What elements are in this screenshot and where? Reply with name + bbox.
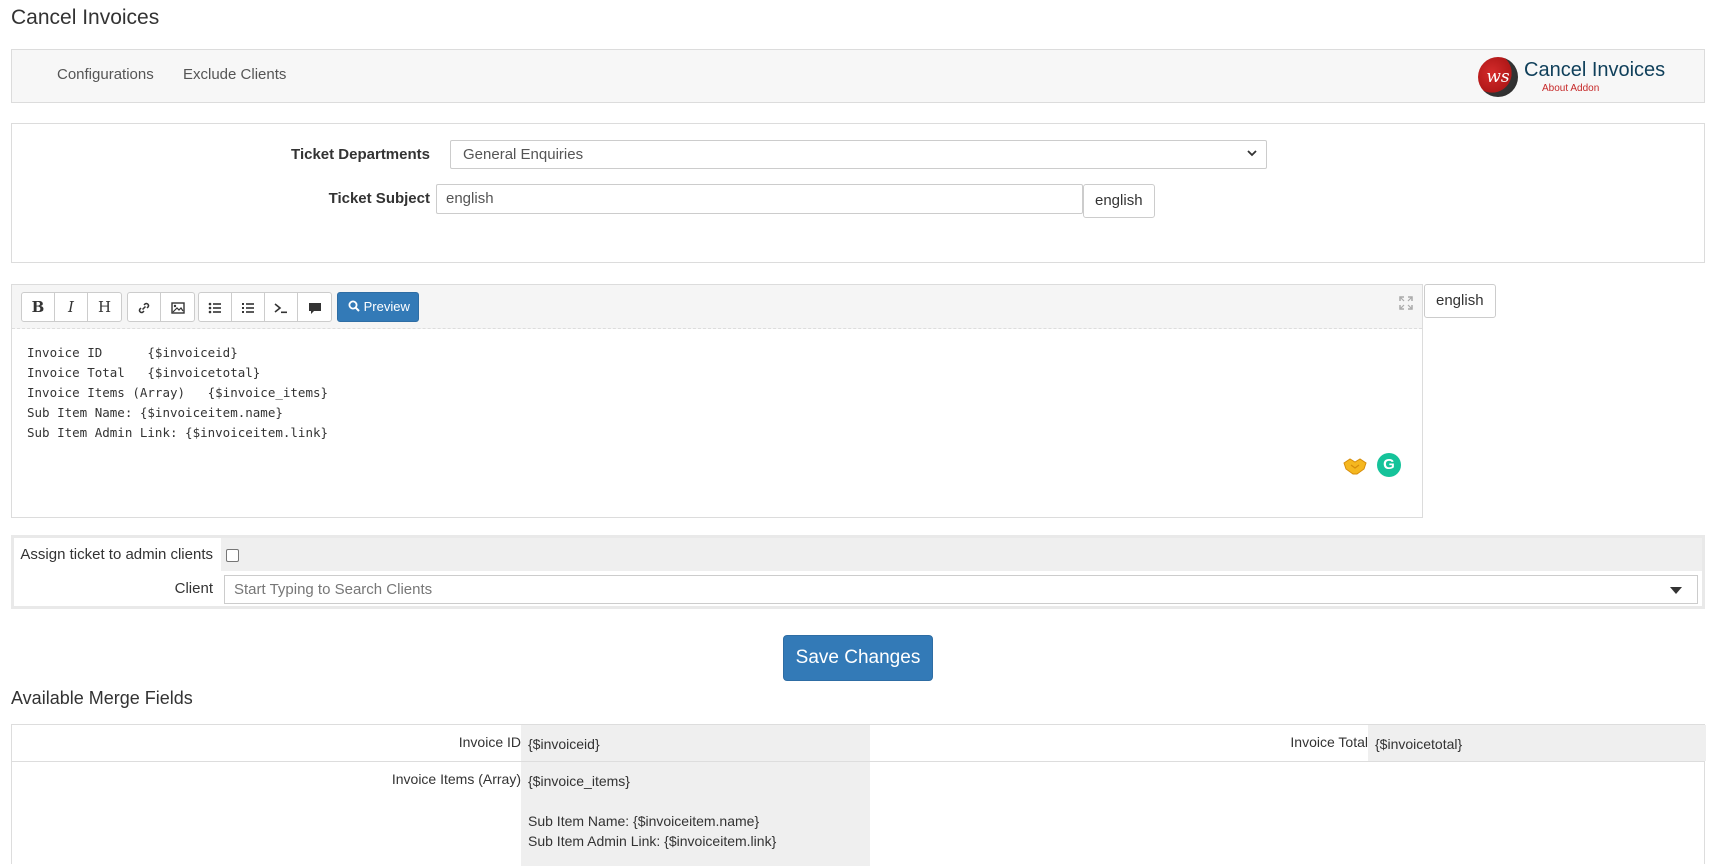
link-button[interactable] [128, 293, 161, 321]
brand-title: Cancel Invoices [1524, 59, 1666, 81]
bold-button[interactable]: B [22, 293, 55, 321]
fullscreen-icon[interactable] [1398, 295, 1414, 311]
merge-field-value: {$invoiceid} [521, 725, 870, 761]
merge-field-label: Invoice Items (Array) [391, 771, 521, 787]
link-icon [138, 302, 150, 314]
preview-button[interactable]: Preview [337, 292, 419, 322]
caret-down-icon [1670, 587, 1682, 594]
merge-sub-item: Sub Item Admin Link: {$invoiceitem.link} [528, 833, 777, 849]
merge-fields-title: Available Merge Fields [11, 688, 193, 708]
comment-icon [308, 302, 321, 314]
merge-fields-table: Invoice ID {$invoiceid} Invoice Total {$… [11, 724, 1706, 866]
bullet-list-icon [208, 302, 221, 314]
merge-field-value: {$invoicetotal} [1368, 725, 1706, 761]
save-changes-button[interactable]: Save Changes [783, 635, 933, 681]
merge-field-value-group: {$invoice_items} Sub Item Name: {$invoic… [521, 762, 870, 866]
italic-button[interactable]: I [55, 293, 88, 321]
body-language-button[interactable]: english [1424, 284, 1496, 318]
config-panel: Ticket Departments General Enquiries Tic… [11, 123, 1705, 263]
merge-field-label: Invoice ID [458, 734, 521, 750]
merge-field-value: {$invoice_items} [528, 773, 630, 789]
list-group [198, 292, 332, 322]
page-title: Cancel Invoices [11, 6, 160, 29]
code-button[interactable] [265, 293, 298, 321]
heading-button[interactable]: H [88, 293, 121, 321]
assign-admin-row: Assign ticket to admin clients [14, 538, 1702, 571]
client-search-placeholder: Start Typing to Search Clients [234, 581, 433, 598]
client-search-select[interactable]: Start Typing to Search Clients [224, 575, 1698, 604]
addon-navbar: Configurations Exclude Clients ws Cancel… [11, 49, 1705, 103]
ticket-departments-select[interactable]: General Enquiries [450, 140, 1267, 169]
ordered-list-button[interactable] [232, 293, 265, 321]
unordered-list-button[interactable] [199, 293, 232, 321]
nav-exclude-clients-link[interactable]: Exclude Clients [183, 66, 286, 83]
assign-admin-clients-checkbox[interactable] [226, 549, 239, 562]
ticket-subject-input[interactable]: english [436, 184, 1083, 214]
ticket-departments-value: General Enquiries [463, 146, 584, 163]
brand-logo: ws [1478, 57, 1518, 97]
ticket-subject-label: Ticket Subject [328, 190, 430, 207]
image-button[interactable] [161, 293, 194, 321]
message-editor: B I H Preview Invoice ID {$invoiceid} In… [11, 284, 1423, 518]
quote-button[interactable] [298, 293, 331, 321]
insert-group [127, 292, 195, 322]
nav-configurations-link[interactable]: Configurations [57, 66, 154, 83]
grammarly-icon[interactable]: G [1377, 453, 1401, 477]
merge-sub-item: Sub Item Name: {$invoiceitem.name} [528, 813, 760, 829]
terminal-icon [274, 303, 287, 314]
brand[interactable]: ws Cancel Invoices About Addon [1478, 56, 1678, 97]
assign-panel: Assign ticket to admin clients Client St… [11, 535, 1705, 609]
editor-toolbar: B I H Preview [12, 285, 1422, 329]
image-icon [170, 302, 185, 314]
about-addon-link[interactable]: About Addon [1542, 83, 1599, 94]
merge-field-label: Invoice Total [1290, 734, 1368, 750]
client-label: Client [174, 580, 213, 597]
subject-language-button[interactable]: english [1083, 184, 1155, 218]
preview-label: Preview [363, 299, 410, 314]
format-group: B I H [21, 292, 122, 322]
assign-admin-clients-label: Assign ticket to admin clients [20, 546, 213, 563]
chevron-down-icon [1246, 147, 1258, 162]
ticket-departments-label: Ticket Departments [291, 146, 430, 163]
editor-content[interactable]: Invoice ID {$invoiceid} Invoice Total {$… [27, 343, 328, 443]
numbered-list-icon [242, 303, 254, 313]
search-icon [348, 300, 360, 312]
handshake-icon[interactable] [1342, 455, 1368, 477]
